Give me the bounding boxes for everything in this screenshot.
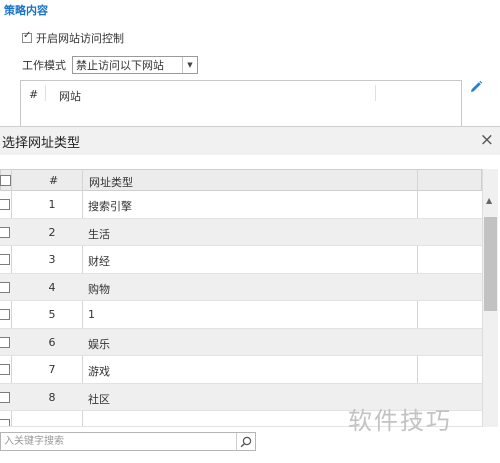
- work-mode-value: 禁止访问以下网站: [76, 59, 164, 72]
- table-row[interactable]: 6 娱乐: [0, 328, 482, 356]
- row-checkbox[interactable]: [0, 199, 10, 210]
- row-number: 1: [48, 198, 56, 211]
- enable-access-control-label: 开启网站访问控制: [36, 32, 124, 45]
- row-type-name: 搜索引擎: [88, 200, 132, 213]
- url-type-grid: # 网址类型 1 搜索引擎 2 生活 3 财经 4 购物 5 1 6 娱乐 7 …: [0, 169, 500, 427]
- row-checkbox[interactable]: [0, 391, 10, 403]
- pencil-icon[interactable]: [468, 79, 484, 95]
- grid-header: # 网址类型: [0, 169, 482, 191]
- table-row[interactable]: 1 搜索引擎: [0, 191, 482, 219]
- table-row[interactable]: 2 生活: [0, 218, 482, 246]
- row-type-name: 娱乐: [88, 337, 110, 351]
- select-all-checkbox[interactable]: [0, 175, 11, 186]
- table-row[interactable]: 7 游戏: [0, 356, 482, 384]
- search-box: [0, 432, 256, 451]
- dialog-header: 选择网址类型 ×: [0, 127, 500, 155]
- grid-header-num: #: [49, 174, 59, 187]
- table-row[interactable]: 4 购物: [0, 273, 482, 301]
- grid-header-type: 网址类型: [89, 176, 133, 189]
- row-type-name: 社区: [88, 392, 110, 406]
- work-mode-label: 工作模式: [22, 59, 66, 72]
- close-icon[interactable]: ×: [480, 132, 494, 149]
- row-type-name: 生活: [88, 227, 110, 241]
- site-table-header-site: 网站: [59, 90, 81, 103]
- column-divider: [45, 85, 46, 101]
- row-type-name: 1: [88, 308, 95, 321]
- table-row[interactable]: 5 1: [0, 301, 482, 329]
- row-number: 7: [48, 363, 56, 376]
- row-checkbox[interactable]: [0, 364, 10, 375]
- row-checkbox[interactable]: [0, 254, 10, 265]
- search-input[interactable]: [1, 433, 240, 450]
- row-type-name: 购物: [88, 282, 110, 296]
- row-type-name: 游戏: [88, 365, 110, 378]
- row-type-name: 财经: [88, 255, 110, 268]
- row-checkbox[interactable]: [0, 309, 10, 320]
- enable-access-control-checkbox[interactable]: [22, 30, 32, 43]
- site-table-header-num: #: [29, 88, 39, 101]
- row-number: 6: [48, 335, 56, 349]
- watermark-text: 软件技巧: [348, 407, 452, 435]
- dialog-title: 选择网址类型: [2, 135, 81, 151]
- row-number: 2: [48, 225, 56, 239]
- column-divider: [375, 85, 376, 101]
- row-number: 4: [48, 280, 56, 294]
- search-icon: [240, 436, 252, 447]
- section-title: 策略内容: [4, 4, 48, 17]
- search-button[interactable]: [236, 433, 255, 450]
- row-checkbox[interactable]: [0, 419, 10, 426]
- row-checkbox[interactable]: [0, 336, 10, 348]
- row-number: 3: [48, 253, 56, 266]
- scroll-up-icon[interactable]: ▲: [486, 196, 492, 205]
- scrollbar-thumb[interactable]: [484, 217, 497, 311]
- table-row[interactable]: 3 财经: [0, 246, 482, 274]
- chevron-down-icon[interactable]: ▼: [182, 57, 197, 73]
- grid-scrollbar[interactable]: ▲: [482, 169, 498, 427]
- work-mode-row: 工作模式 禁止访问以下网站 ▼: [22, 56, 198, 74]
- row-checkbox[interactable]: [0, 281, 10, 293]
- row-number: 5: [48, 308, 56, 321]
- row-number: 8: [48, 390, 56, 404]
- enable-access-control-row[interactable]: 开启网站访问控制: [22, 30, 124, 46]
- row-checkbox[interactable]: [0, 226, 10, 238]
- site-table: # 网站: [20, 80, 462, 128]
- work-mode-select[interactable]: 禁止访问以下网站 ▼: [72, 56, 198, 74]
